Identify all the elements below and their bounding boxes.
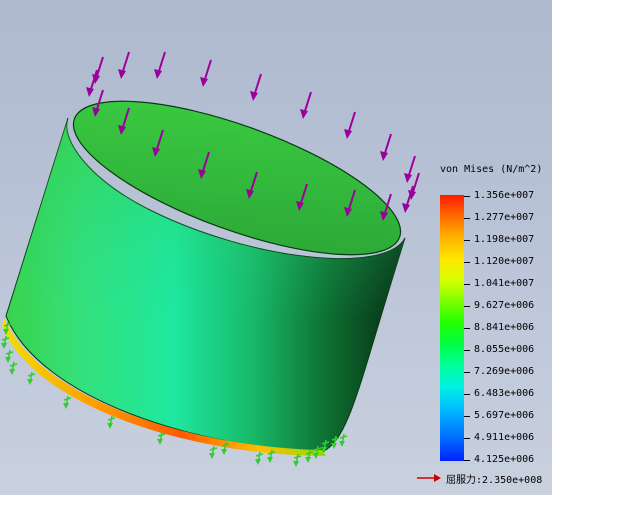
legend-tick-label: 8.055e+006 bbox=[474, 344, 535, 355]
fixture-arrow-icon bbox=[339, 433, 348, 447]
legend-tick-label: 6.483e+006 bbox=[474, 388, 535, 399]
legend-tick-label: 4.125e+006 bbox=[474, 454, 535, 465]
legend-tick-mark bbox=[464, 306, 470, 307]
load-arrow-icon bbox=[200, 59, 212, 87]
fixture-arrow-icon bbox=[293, 453, 302, 467]
legend-tick-mark bbox=[464, 460, 470, 461]
legend-tick-mark bbox=[464, 416, 470, 417]
fixture-arrow-icon bbox=[27, 371, 36, 385]
legend-tick-label: 9.627e+006 bbox=[474, 300, 535, 311]
legend-tick-label: 7.269e+006 bbox=[474, 366, 535, 377]
legend-tick-label: 4.911e+006 bbox=[474, 432, 535, 443]
legend-tick-label: 1.120e+007 bbox=[474, 256, 535, 267]
load-arrow-icon bbox=[300, 91, 312, 119]
fixture-arrow-icon bbox=[9, 361, 18, 375]
legend-tick-label: 1.356e+007 bbox=[474, 190, 535, 201]
yield-label: 屈服力: bbox=[446, 474, 483, 486]
legend-title: von Mises (N/m^2) bbox=[440, 164, 543, 175]
cylinder-model[interactable] bbox=[0, 0, 552, 495]
legend-tick-mark bbox=[464, 438, 470, 439]
legend-tick-mark bbox=[464, 372, 470, 373]
legend-tick-mark bbox=[464, 394, 470, 395]
legend-tick-mark bbox=[464, 262, 470, 263]
legend-tick-label: 5.697e+006 bbox=[474, 410, 535, 421]
legend-tick-mark bbox=[464, 328, 470, 329]
legend-tick-mark bbox=[464, 240, 470, 241]
fixture-arrow-icon bbox=[157, 431, 166, 445]
fixture-arrow-icon bbox=[107, 415, 116, 429]
fixture-arrow-icon bbox=[255, 451, 264, 465]
yield-strength-row: 屈服力:2.350e+008 bbox=[416, 471, 543, 486]
yield-arrow-icon bbox=[417, 474, 441, 482]
load-arrow-icon bbox=[344, 111, 356, 139]
load-arrow-icon bbox=[380, 133, 392, 161]
legend-tick-label: 8.841e+006 bbox=[474, 322, 535, 333]
legend-tick-mark bbox=[464, 284, 470, 285]
fixture-arrow-icon bbox=[209, 445, 218, 459]
load-arrow-icon bbox=[402, 185, 414, 213]
load-arrow-icon bbox=[404, 155, 416, 183]
legend-tick-label: 1.277e+007 bbox=[474, 212, 535, 223]
model-viewport[interactable] bbox=[0, 0, 552, 495]
legend-color-bar bbox=[440, 195, 464, 461]
legend-tick-label: 1.041e+007 bbox=[474, 278, 535, 289]
load-arrow-icon bbox=[86, 69, 98, 97]
fixture-arrow-icon bbox=[5, 349, 14, 363]
yield-value: 2.350e+008 bbox=[482, 474, 543, 486]
load-arrow-icon bbox=[250, 73, 262, 101]
fixture-arrow-icon bbox=[1, 335, 10, 349]
fixture-arrow-icon bbox=[63, 395, 72, 409]
legend-tick-mark bbox=[464, 218, 470, 219]
load-arrow-icon bbox=[154, 51, 166, 79]
legend-tick-label: 1.198e+007 bbox=[474, 234, 535, 245]
legend-tick-mark bbox=[464, 196, 470, 197]
load-arrow-icon bbox=[118, 51, 130, 79]
legend-tick-mark bbox=[464, 350, 470, 351]
